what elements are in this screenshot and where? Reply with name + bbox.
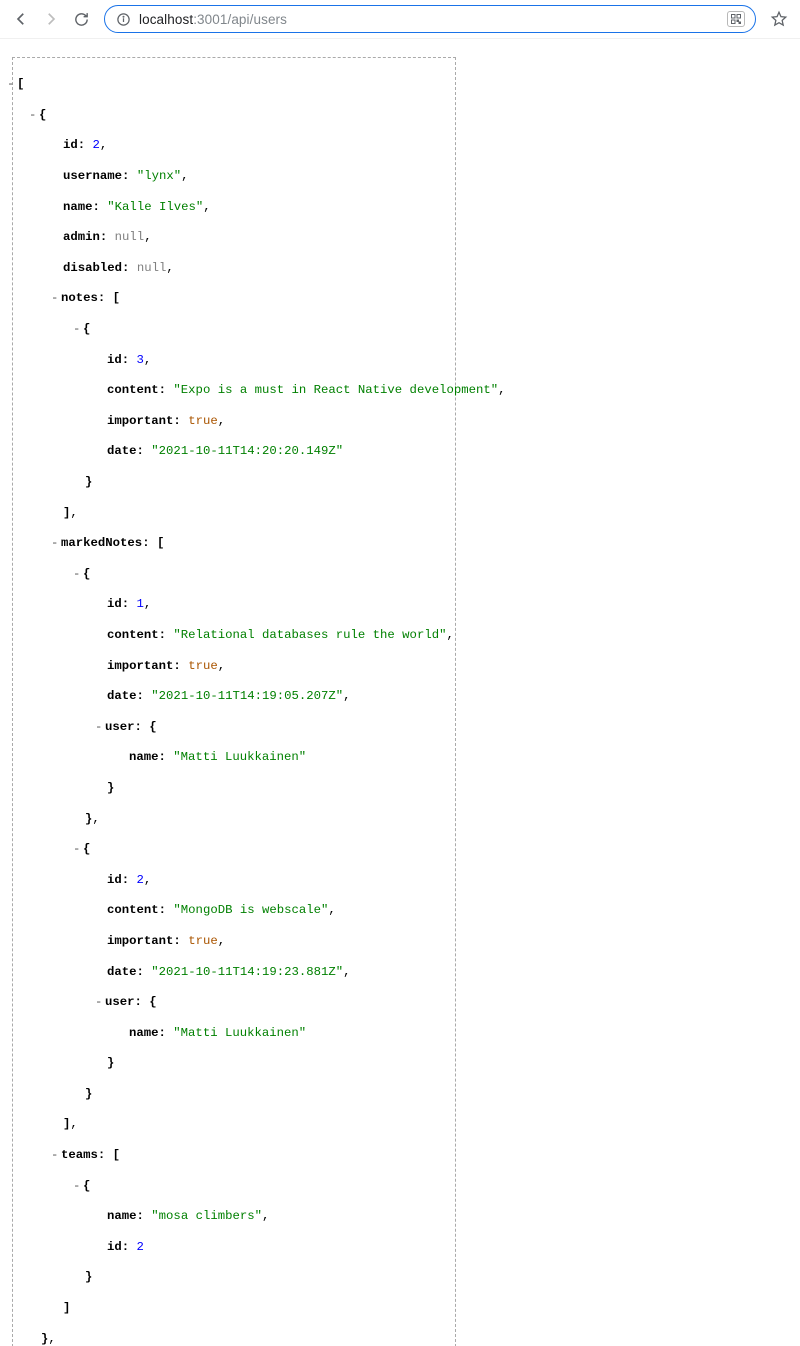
collapse-toggle[interactable]: - <box>73 322 83 337</box>
collapse-toggle[interactable]: - <box>51 291 61 306</box>
collapse-toggle[interactable]: - <box>95 720 105 735</box>
back-button[interactable] <box>8 6 34 32</box>
reload-button[interactable] <box>68 6 94 32</box>
collapse-toggle[interactable]: - <box>95 995 105 1010</box>
json-viewer: -[ -{ id: 2, username: "lynx", name: "Ka… <box>12 57 456 1346</box>
collapse-toggle[interactable]: - <box>73 842 83 857</box>
collapse-toggle[interactable]: - <box>7 77 17 92</box>
bookmark-star-icon[interactable] <box>766 6 792 32</box>
site-info-icon[interactable] <box>115 11 131 27</box>
address-bar[interactable]: localhost:3001/api/users <box>104 5 756 33</box>
qr-icon[interactable] <box>727 11 745 27</box>
url-text: localhost:3001/api/users <box>139 12 287 27</box>
forward-button[interactable] <box>38 6 64 32</box>
collapse-toggle[interactable]: - <box>29 108 39 123</box>
collapse-toggle[interactable]: - <box>73 567 83 582</box>
collapse-toggle[interactable]: - <box>73 1179 83 1194</box>
browser-toolbar: localhost:3001/api/users <box>0 0 800 39</box>
collapse-toggle[interactable]: - <box>51 536 61 551</box>
collapse-toggle[interactable]: - <box>51 1148 61 1163</box>
